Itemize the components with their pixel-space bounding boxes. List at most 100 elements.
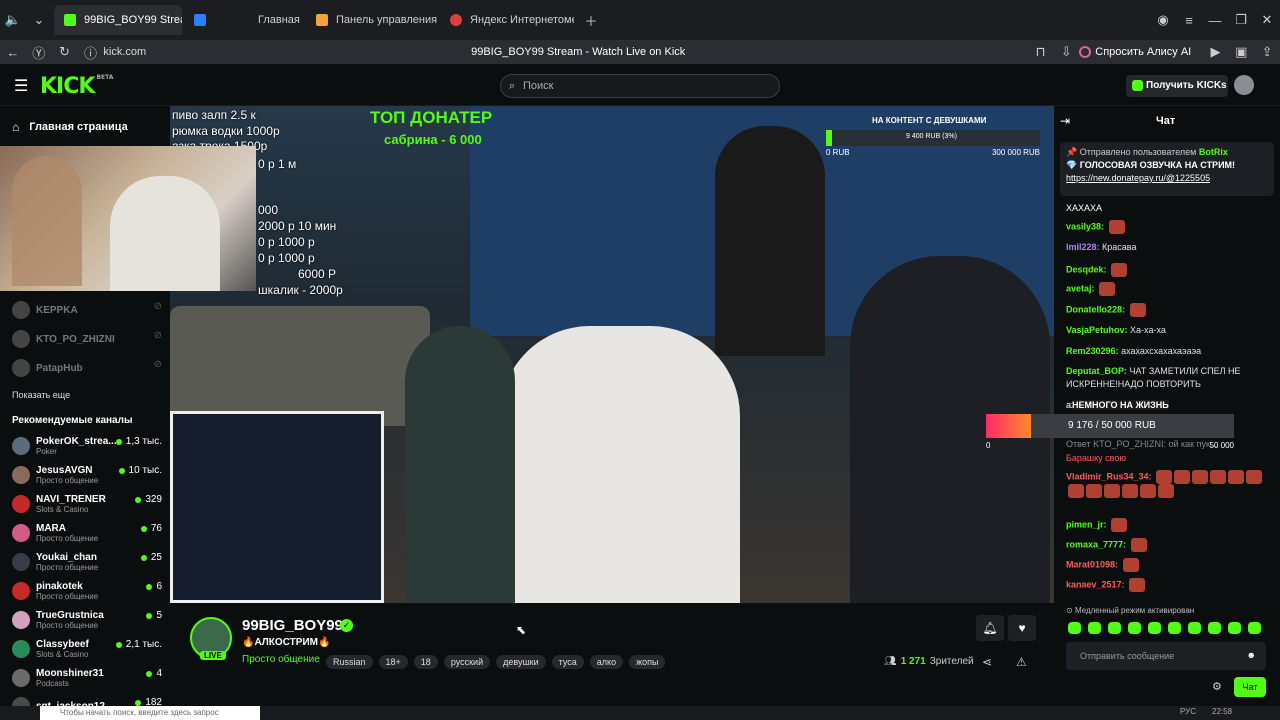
speaker-icon[interactable]: 🔈 xyxy=(0,12,26,28)
kick-logo[interactable]: KICK BETA xyxy=(40,74,113,99)
menu-icon[interactable]: ≡ xyxy=(1176,13,1202,28)
new-tab-icon[interactable]: ＋ xyxy=(578,11,604,30)
stream-tag[interactable]: туса xyxy=(551,655,584,669)
chat-username[interactable]: lmil228: xyxy=(1066,242,1100,252)
collapse-chat-icon[interactable]: ⇥ xyxy=(1060,114,1070,128)
site-info-icon[interactable]: ⓘ xyxy=(78,43,104,62)
report-icon[interactable]: ⚠︎ xyxy=(1016,655,1027,669)
follow-heart-button[interactable]: ♥ xyxy=(1008,615,1036,641)
show-more-link[interactable]: Показать еще xyxy=(12,390,70,400)
chat-username[interactable]: Desqdek: xyxy=(1066,264,1107,274)
chat-username[interactable]: Marat01098: xyxy=(1066,559,1118,569)
notification-bell-button[interactable]: 🔔︎ xyxy=(976,615,1004,641)
stream-tag[interactable]: жопы xyxy=(629,655,666,669)
back-icon[interactable]: ← xyxy=(0,45,26,60)
browser-tab-4[interactable]: Яндекс Интернетометр – xyxy=(440,5,574,35)
taskbar-lang[interactable]: РУС xyxy=(1180,707,1196,716)
chat-message[interactable]: Vladimir_Rus34_34: xyxy=(1066,470,1276,498)
sidebar-recommended-item[interactable]: PokerOK_strea... Poker 1,3 тыс. xyxy=(12,436,162,456)
browser-tab-3[interactable]: Панель управления - Don xyxy=(306,5,438,35)
quick-emote-icon[interactable] xyxy=(1088,622,1101,634)
url-field[interactable]: kick.com xyxy=(103,46,471,58)
sidebar-recommended-item[interactable]: JesusAVGN Просто общение 10 тыс. xyxy=(12,465,162,485)
reload-icon[interactable]: ↻ xyxy=(52,44,78,60)
chat-username[interactable]: avetaj: xyxy=(1066,283,1095,293)
stream-tag[interactable]: русский xyxy=(443,655,491,669)
quick-emote-icon[interactable] xyxy=(1188,622,1201,634)
chat-message[interactable]: romaxa_7777: xyxy=(1066,538,1276,552)
category-link[interactable]: Просто общение xyxy=(242,654,320,665)
sidebar-followed-0[interactable]: KEPPKA ⊘ xyxy=(12,301,162,319)
pinned-message[interactable]: 📌 Отправлено пользователем BotRix 💎 ГОЛО… xyxy=(1060,142,1274,196)
emoji-icon[interactable]: ☻ xyxy=(1247,650,1256,660)
quick-emote-icon[interactable] xyxy=(1148,622,1161,634)
chat-input[interactable]: Отправить сообщение ☻ xyxy=(1066,642,1266,670)
sidebar-followed-2[interactable]: PatapHub ⊘ xyxy=(12,359,162,377)
chat-message[interactable]: Rem230296: ахахахсхахахаэаэа xyxy=(1066,345,1276,358)
sidebar-recommended-item[interactable]: TrueGrustnica Просто общение 5 xyxy=(12,610,162,630)
chat-username[interactable]: Donatello228: xyxy=(1066,304,1125,314)
sidebar-recommended-item[interactable]: Moonshiner31 Podcasts 4 xyxy=(12,668,162,688)
chevron-down-icon[interactable]: ⌄ xyxy=(26,12,52,28)
sidebar-recommended-item[interactable]: pinakotek Просто общение 6 xyxy=(12,581,162,601)
close-icon[interactable]: ✕ xyxy=(1254,12,1280,28)
profile-icon[interactable]: ◉ xyxy=(1150,12,1176,28)
quick-emote-icon[interactable] xyxy=(1208,622,1221,634)
stream-tag[interactable]: девушки xyxy=(496,655,546,669)
chat-message[interactable]: kanaev_2517: xyxy=(1066,578,1276,592)
get-kicks-button[interactable]: Получить KICKs xyxy=(1126,75,1228,97)
minimize-icon[interactable]: — xyxy=(1202,13,1228,28)
sidebar-followed-1[interactable]: KTO_PO_ZHIZNI ⊘ xyxy=(12,330,162,348)
chat-message[interactable]: lmil228: Красава xyxy=(1066,241,1276,254)
hamburger-menu-icon[interactable]: ☰ xyxy=(14,76,28,96)
chat-message[interactable]: Desqdek: xyxy=(1066,263,1276,277)
alice-button[interactable]: Спросить Алису AI xyxy=(1079,46,1202,58)
stream-tag[interactable]: алко xyxy=(589,655,624,669)
chat-username[interactable]: kanaev_2517: xyxy=(1066,579,1125,589)
chat-message[interactable]: VasjaPetuhov: Ха-ха-ха xyxy=(1066,324,1276,337)
stream-tag[interactable]: 18 xyxy=(413,655,438,669)
share-icon[interactable]: ⋖ xyxy=(982,655,992,669)
chat-message[interactable]: ХАХАХА xyxy=(1066,202,1276,215)
browser-tab-0[interactable]: 99BIG_BOY99 Stream xyxy=(54,5,182,35)
chat-username[interactable]: vasily38: xyxy=(1066,221,1104,231)
chat-username[interactable]: Vladimir_Rus34_34: xyxy=(1066,471,1152,481)
download-icon[interactable]: ⇩ xyxy=(1053,44,1079,60)
chat-message[interactable]: Marat01098: xyxy=(1066,558,1276,572)
sidebar-recommended-item[interactable]: NAVI_TRENER Slots & Casino 329 xyxy=(12,494,162,514)
chat-message[interactable]: vasily38: xyxy=(1066,220,1276,234)
collections-icon[interactable]: ▣ xyxy=(1228,44,1254,60)
browser-tab-2[interactable]: Главная xyxy=(216,5,304,35)
chat-username[interactable]: pimen_jr: xyxy=(1066,519,1107,529)
chat-message[interactable]: avetaj: xyxy=(1066,282,1276,296)
chat-message[interactable]: pimen_jr: xyxy=(1066,518,1276,532)
chat-message[interactable]: Deputat_BOP: ЧАТ ЗАМЕТИЛИ СПЕЛ НЕ ИСКРЕН… xyxy=(1066,365,1276,391)
sidebar-recommended-item[interactable]: MARA Просто общение 76 xyxy=(12,523,162,543)
quick-emote-icon[interactable] xyxy=(1248,622,1261,634)
video-player[interactable]: пиво залп 2.5 к рюмка водки 1000р азка т… xyxy=(170,106,1054,603)
quick-emote-icon[interactable] xyxy=(1168,622,1181,634)
taskbar-search[interactable]: Чтобы начать поиск, введите здесь запрос xyxy=(40,706,260,720)
sidebar-recommended-item[interactable]: Classybeef Slots & Casino 2,1 тыс. xyxy=(12,639,162,659)
bookmark-icon[interactable]: ⊓ xyxy=(1028,44,1054,60)
channel-name[interactable]: 99BIG_BOY99 xyxy=(242,617,343,634)
sidebar-home[interactable]: ⌂ Главная страница xyxy=(12,120,128,134)
chat-message[interactable]: Donatello228: xyxy=(1066,303,1276,317)
mini-player[interactable] xyxy=(0,146,256,291)
chat-send-button[interactable]: Чат xyxy=(1234,677,1266,697)
play-icon[interactable]: ▶ xyxy=(1203,44,1229,60)
pinned-link[interactable]: https://new.donatepay.ru/@1225505 xyxy=(1066,172,1268,185)
chat-settings-icon[interactable]: ⚙︎ xyxy=(1212,680,1222,693)
chat-username[interactable]: Deputat_BOP: xyxy=(1066,366,1127,376)
share-icon[interactable]: ⇪ xyxy=(1254,44,1280,60)
quick-emote-icon[interactable] xyxy=(1128,622,1141,634)
quick-emote-icon[interactable] xyxy=(1228,622,1241,634)
quick-emote-icon[interactable] xyxy=(1108,622,1121,634)
chat-username[interactable]: Rem230296: xyxy=(1066,346,1119,356)
chat-username[interactable]: romaxa_7777: xyxy=(1066,539,1126,549)
chat-username[interactable]: VasjaPetuhov: xyxy=(1066,325,1128,335)
stream-tag[interactable]: Russian xyxy=(326,655,373,669)
search-input[interactable]: ⌕ Поиск xyxy=(500,74,780,98)
sidebar-recommended-item[interactable]: Youkai_chan Просто общение 25 xyxy=(12,552,162,572)
restore-icon[interactable]: ❐ xyxy=(1228,12,1254,28)
